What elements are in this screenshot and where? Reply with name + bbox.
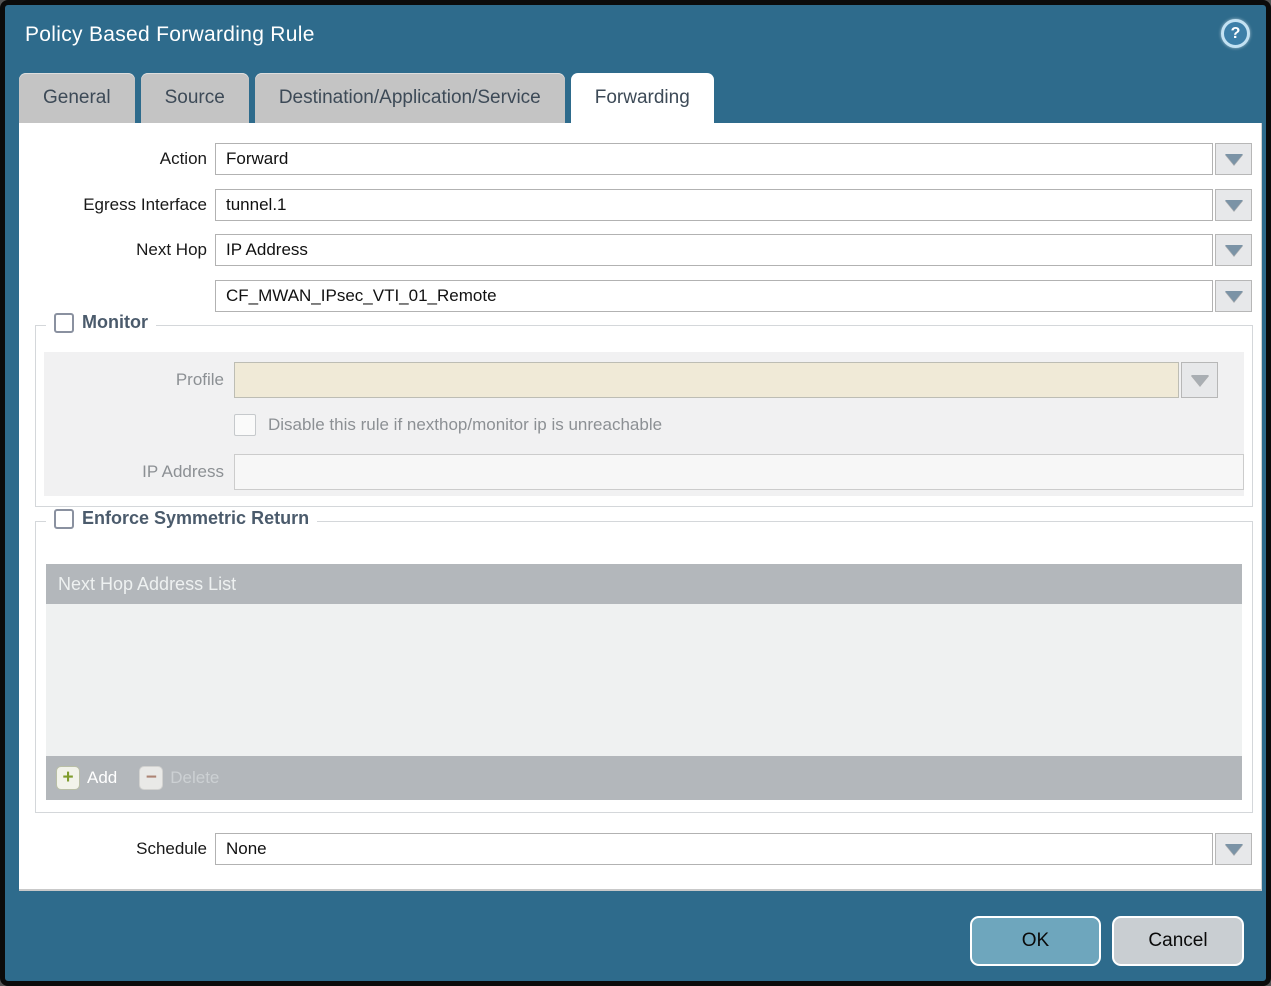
next-hop-address-row: CF_MWAN_IPsec_VTI_01_Remote [19,280,1252,312]
next-hop-type-combo: IP Address [215,234,1252,266]
enforce-symmetric-return-legend: Enforce Symmetric Return [46,508,318,529]
monitor-legend: Monitor [46,312,156,333]
action-label: Action [159,149,207,168]
enforce-symmetric-return-fieldset: Enforce Symmetric Return Next Hop Addres… [35,508,1253,813]
profile-dropdown-button [1181,362,1218,398]
add-button-label: Add [87,768,118,787]
profile-row: Profile [44,362,1218,398]
monitor-ip-address-row: IP Address [44,454,1244,490]
next-hop-address-list-header: Next Hop Address List [46,564,1242,604]
dialog-title: Policy Based Forwarding Rule [25,23,315,46]
schedule-dropdown-button[interactable] [1215,833,1252,865]
chevron-down-icon [1224,153,1243,165]
schedule-value[interactable]: None [215,833,1213,865]
forwarding-tab-panel: Action Forward Egress Interface tunnel.1… [19,123,1262,891]
enforce-symmetric-return-label: Enforce Symmetric Return [82,508,310,528]
chevron-down-icon [1190,374,1209,386]
monitor-ip-address-label: IP Address [142,462,224,481]
next-hop-type-value[interactable]: IP Address [215,234,1213,266]
next-hop-address-dropdown-button[interactable] [1215,280,1252,312]
schedule-label: Schedule [136,839,207,858]
next-hop-address-combo: CF_MWAN_IPsec_VTI_01_Remote [215,280,1252,312]
cancel-button[interactable]: Cancel [1112,916,1244,966]
next-hop-row: Next Hop IP Address [19,234,1252,266]
disable-rule-checkbox [234,414,256,436]
delete-button-label: Delete [170,768,220,787]
egress-interface-row: Egress Interface tunnel.1 [19,189,1252,221]
action-row: Action Forward [19,143,1252,175]
monitor-checkbox[interactable] [54,312,74,333]
ok-button[interactable]: OK [970,916,1101,966]
pbf-rule-dialog: Policy Based Forwarding Rule ? General S… [0,0,1271,986]
next-hop-address-value[interactable]: CF_MWAN_IPsec_VTI_01_Remote [215,280,1213,312]
tab-source[interactable]: Source [140,73,249,123]
monitor-legend-label: Monitor [82,312,148,332]
next-hop-address-list-table: Next Hop Address List + Add − Delete [46,564,1242,800]
next-hop-label: Next Hop [136,240,207,259]
tab-general[interactable]: General [19,73,135,123]
plus-icon: + [56,766,80,790]
tab-destination-application-service[interactable]: Destination/Application/Service [254,73,565,123]
next-hop-address-list-body[interactable] [46,604,1242,756]
enforce-symmetric-return-checkbox[interactable] [54,508,74,529]
minus-icon: − [139,766,164,790]
chevron-down-icon [1224,843,1243,855]
monitor-fieldset-body: Profile Disable this rule if nexthop/mon… [44,352,1244,496]
monitor-fieldset: Monitor Profile Disable this rule if nex… [35,312,1253,507]
egress-interface-label: Egress Interface [83,195,207,214]
schedule-row: Schedule None [19,833,1252,865]
egress-interface-combo: tunnel.1 [215,189,1252,221]
profile-label: Profile [175,370,224,389]
disable-rule-row: Disable this rule if nexthop/monitor ip … [44,414,1218,436]
profile-value [234,362,1179,398]
help-icon[interactable]: ? [1221,19,1250,48]
egress-interface-dropdown-button[interactable] [1215,189,1252,221]
action-dropdown-button[interactable] [1215,143,1252,175]
add-button[interactable]: + Add [56,766,117,790]
delete-button: − Delete [139,766,219,790]
tab-bar: General Source Destination/Application/S… [19,73,720,123]
next-hop-type-dropdown-button[interactable] [1215,234,1252,266]
chevron-down-icon [1224,199,1243,211]
chevron-down-icon [1224,290,1243,302]
egress-interface-value[interactable]: tunnel.1 [215,189,1213,221]
tab-forwarding[interactable]: Forwarding [570,73,714,123]
monitor-ip-address-input [234,454,1244,490]
next-hop-address-list-toolbar: + Add − Delete [46,756,1242,800]
action-combo: Forward [215,143,1252,175]
disable-rule-label: Disable this rule if nexthop/monitor ip … [268,415,663,434]
profile-combo [234,362,1218,398]
chevron-down-icon [1224,244,1243,256]
action-value[interactable]: Forward [215,143,1213,175]
schedule-combo: None [215,833,1252,865]
